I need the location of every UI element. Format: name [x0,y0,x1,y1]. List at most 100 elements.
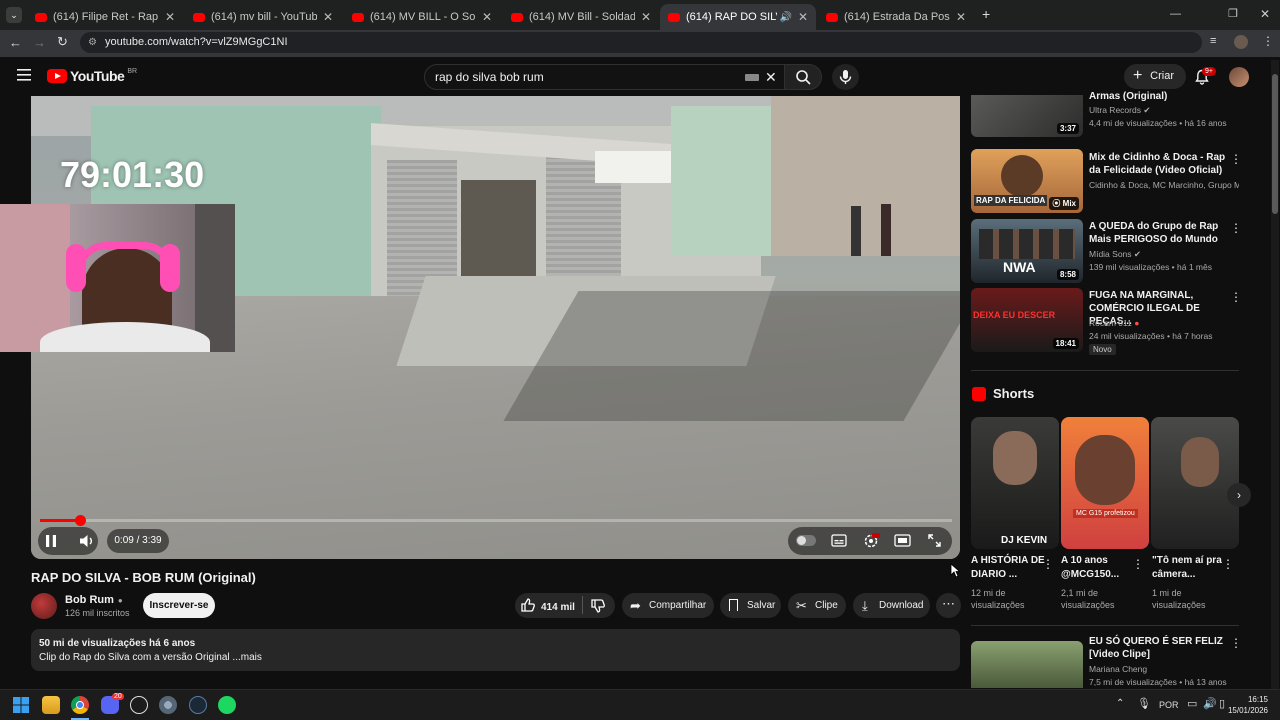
shorts-next-arrow-icon[interactable]: › [1227,483,1251,507]
short-more-icon[interactable]: ⋮ [1042,558,1054,570]
volume-tray-icon[interactable]: 🔊 [1203,697,1217,710]
scrollbar-thumb[interactable] [1272,74,1278,214]
short-more-icon[interactable]: ⋮ [1222,558,1234,570]
voice-search-button[interactable] [832,64,859,90]
battery-icon[interactable]: ▯ [1219,697,1225,710]
search-button[interactable] [784,64,822,90]
pause-icon[interactable] [44,534,58,548]
youtube-favicon-icon [668,12,680,22]
sidebar-more-icon[interactable]: ⋮ [1230,637,1242,649]
sidebar-thumb-2[interactable]: NWA 8:58 [971,219,1083,283]
channel-name[interactable]: Bob Rum ● [65,594,123,606]
theater-mode-icon[interactable] [894,534,911,547]
like-button[interactable]: 414 mil [520,597,575,616]
sidebar-more-icon[interactable]: ⋮ [1230,222,1242,234]
file-explorer-icon[interactable] [42,696,60,714]
steam-icon[interactable] [189,696,207,714]
subtitles-icon[interactable] [831,534,847,547]
minimize-icon[interactable]: — [1170,8,1181,20]
short-more-icon[interactable]: ⋮ [1132,558,1144,570]
clip-button[interactable]: ✂ Clipe [788,593,846,618]
tab-rap-do-silva[interactable]: (614) RAP DO SILVA - BOB RUM🔊✕ [660,4,816,30]
save-button[interactable]: Salvar [720,593,781,618]
close-tab-icon[interactable]: ✕ [798,10,808,24]
sidebar-more-icon[interactable]: ⋮ [1230,291,1242,303]
verified-icon: ● [117,596,123,605]
close-tab-icon[interactable]: ✕ [956,10,966,24]
reload-icon[interactable]: ↻ [57,34,68,50]
share-button[interactable]: ➦ Compartilhar [622,593,714,618]
search-input[interactable]: rap do silva bob rum ✕ [424,64,786,90]
hamburger-menu-icon[interactable] [17,69,31,81]
system-clock[interactable]: 16:15 15/01/2026 [1226,694,1268,716]
sidebar-title-4[interactable]: EU SÓ QUERO É SER FELIZ [Video Clipe] [1089,635,1229,661]
sidebar-more-icon[interactable]: ⋮ [1230,153,1242,165]
video-progress-bar[interactable] [40,515,952,526]
download-icon: ⤓ [862,598,868,613]
sidebar-thumb-3[interactable]: DEIXA EU DESCER 18:41 [971,288,1083,352]
tab-estrada-da-posse[interactable]: (614) Estrada Da Posse - YouTube✕ [818,4,974,30]
sidebar-title-0[interactable]: Armas (Original) [1089,90,1229,103]
sidebar-thumb-0[interactable]: 3:37 [971,95,1083,137]
network-icon[interactable]: ▭ [1187,697,1197,710]
settings-app-icon[interactable] [159,696,177,714]
address-bar[interactable]: ⚙ youtube.com/watch?v=vlZ9MGgC1NI [80,32,1202,53]
tray-overflow-icon[interactable]: ⌃ [1116,698,1124,709]
browser-tab-bar: ⌄ (614) Filipe Ret - Rap da Lealdade✕ (6… [0,0,1280,30]
short-thumb-1[interactable]: MC G15 profetizou [1061,417,1149,549]
clock-app-icon[interactable] [130,696,148,714]
profile-avatar[interactable] [1234,35,1248,49]
description-box[interactable]: 50 mi de visualizações há 6 anos Clip do… [31,629,960,671]
keyboard-icon[interactable] [745,74,759,81]
tab-mv-bill-morro[interactable]: (614) MV Bill - Soldado do Morro✕ [503,4,659,30]
restore-icon[interactable]: ❐ [1228,7,1238,20]
sidebar-title-2[interactable]: A QUEDA do Grupo de Rap Mais PERIGOSO do… [1089,220,1229,246]
sidebar-title-1[interactable]: Mix de Cidinho & Doca - Rap da Felicidad… [1089,151,1229,177]
media-control-icon[interactable]: ≡ [1210,35,1216,47]
speaker-icon[interactable]: 🔊 [779,12,791,23]
volume-icon[interactable] [78,533,96,549]
account-avatar[interactable] [1229,67,1249,87]
youtube-logo[interactable]: YouTube BR [47,68,137,84]
short-title-0[interactable]: A HISTÓRIA DE DIARIO ... [971,554,1046,582]
sidebar-meta-4: 7,5 mi de visualizações • há 13 anos [1089,677,1227,687]
close-window-icon[interactable]: ✕ [1260,7,1270,21]
sidebar-thumb-4[interactable] [971,641,1083,688]
windows-start-icon[interactable] [12,696,30,714]
fullscreen-icon[interactable] [927,533,942,548]
short-title-2[interactable]: "Tô nem aí pra câmera... [1152,554,1227,582]
close-tab-icon[interactable]: ✕ [165,10,175,24]
clear-search-icon[interactable]: ✕ [765,65,777,89]
more-actions-button[interactable]: ⋯ [936,593,961,618]
forward-icon[interactable]: → [33,35,46,50]
subscribe-button[interactable]: Inscrever-se [143,593,215,618]
close-tab-icon[interactable]: ✕ [641,10,651,24]
new-tab-icon[interactable]: + [982,6,990,22]
close-tab-icon[interactable]: ✕ [482,10,492,24]
tab-filipe-ret[interactable]: (614) Filipe Ret - Rap da Lealdade✕ [27,4,183,30]
progress-scrubber[interactable] [75,515,86,526]
language-indicator[interactable]: POR [1159,700,1179,710]
channel-avatar[interactable] [31,593,57,619]
dislike-button[interactable] [590,598,606,614]
scene-person [881,204,891,256]
back-icon[interactable]: ← [9,35,22,50]
site-info-icon[interactable]: ⚙ [88,32,97,53]
short-title-1[interactable]: A 10 anos @MCG150... [1061,554,1136,582]
tab-mv-bill-soldado[interactable]: (614) MV BILL - O Soldado que fica✕ [344,4,500,30]
spotify-icon[interactable] [218,696,236,714]
browser-menu-icon[interactable]: ⋮ [1262,34,1274,48]
download-button[interactable]: ⤓ Download [853,593,930,618]
tray-mic-icon[interactable]: 🎙 [1137,697,1151,710]
tab-mv-bill[interactable]: (614) mv bill - YouTube ✕ [185,4,341,30]
create-button[interactable]: + Criar [1124,64,1186,89]
tab-search-button[interactable]: ⌄ [6,7,22,23]
autoplay-toggle[interactable] [796,535,816,546]
settings-gear-icon[interactable] [862,532,880,549]
short-thumb-2[interactable] [1151,417,1239,549]
chrome-icon[interactable] [71,696,89,714]
short-thumb-0[interactable]: DJ KEVIN [971,417,1059,549]
sidebar-thumb-1[interactable]: RAP DA FELICIDA ⦿ Mix [971,149,1083,213]
close-tab-icon[interactable]: ✕ [323,10,333,24]
page-scrollbar[interactable] [1271,60,1279,689]
